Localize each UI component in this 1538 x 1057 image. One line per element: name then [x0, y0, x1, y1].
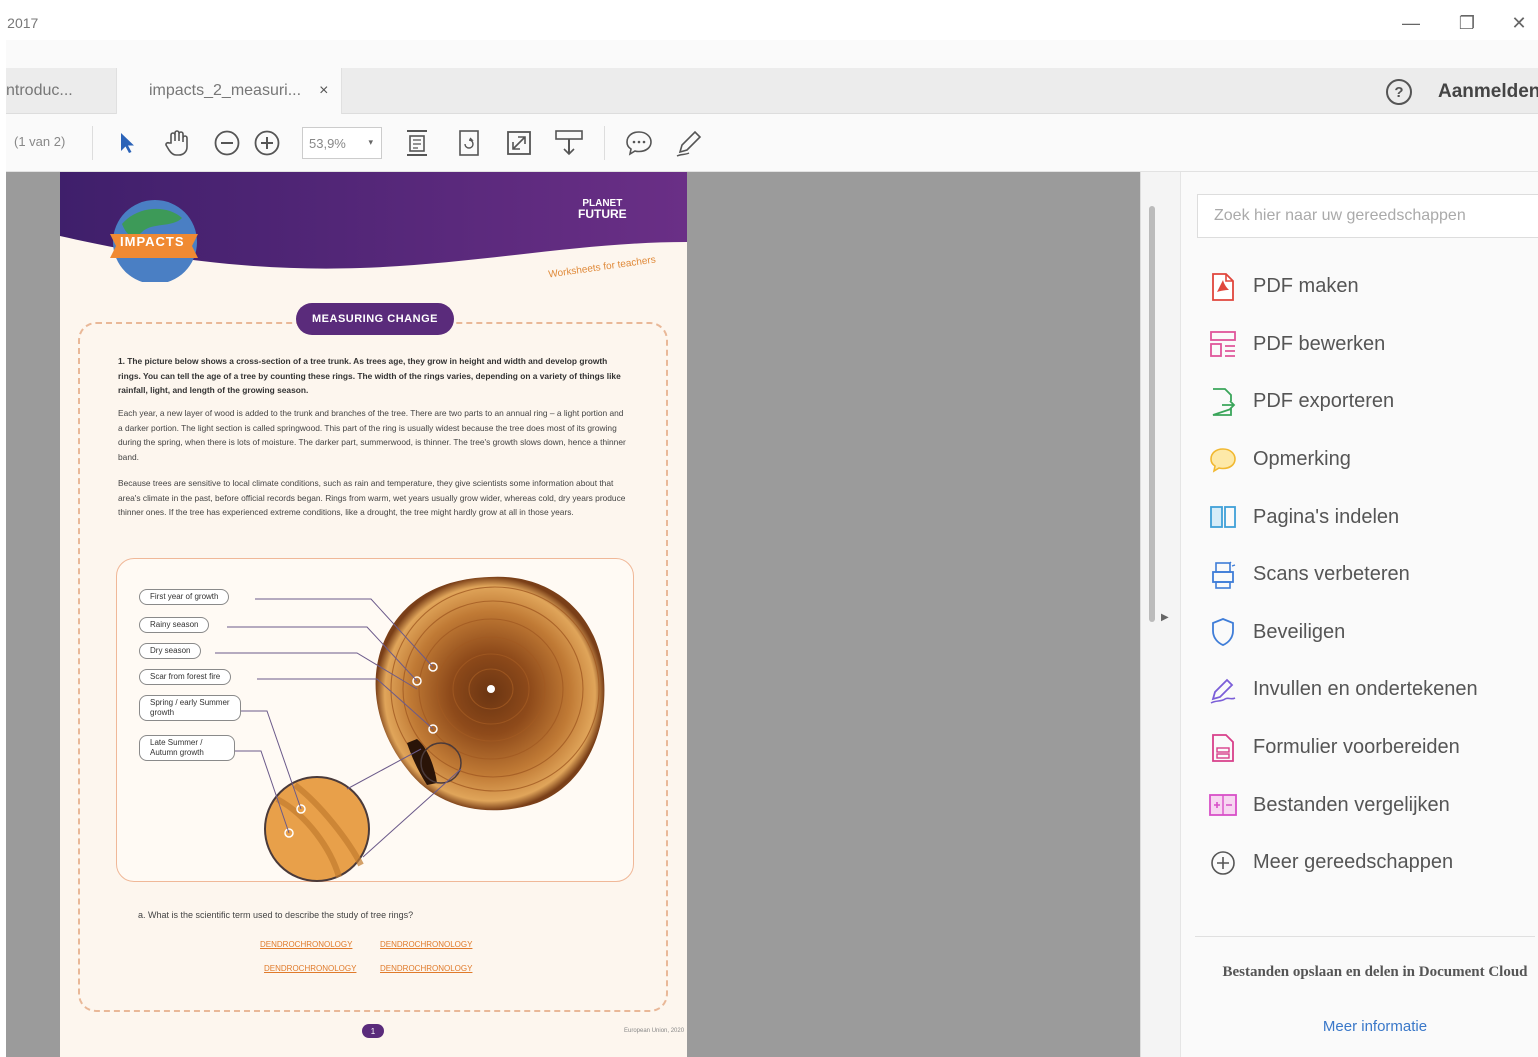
- tab-introduction[interactable]: ntroduc...: [6, 68, 110, 114]
- tool-label: Formulier voorbereiden: [1253, 736, 1460, 759]
- tool-label: PDF bewerken: [1253, 332, 1386, 355]
- pane-divider: [1195, 936, 1535, 937]
- minimize-button[interactable]: —: [1386, 6, 1436, 40]
- pdf-export-icon: [1207, 386, 1239, 418]
- tools-search-input[interactable]: Zoek hier naar uw gereedschappen: [1197, 194, 1538, 238]
- paragraph-rings: Each year, a new layer of wood is added …: [118, 408, 626, 462]
- title-bar: 2017 — ❐ ✕: [6, 6, 1538, 40]
- compare-files-icon: [1207, 789, 1239, 821]
- close-window-button[interactable]: ✕: [1500, 6, 1538, 40]
- tool-label: PDF maken: [1253, 275, 1359, 298]
- chevron-down-icon: ▾: [368, 137, 373, 147]
- label-autumn-growth: Late Summer / Autumn growth: [139, 735, 235, 761]
- scroll-mode-icon[interactable]: [554, 128, 584, 158]
- tab-label: impacts_2_measuri...: [149, 82, 302, 99]
- page-number-badge: 1: [362, 1024, 384, 1038]
- restore-button[interactable]: ❐: [1442, 6, 1492, 40]
- tool-pdf-bewerken[interactable]: PDF bewerken: [1207, 316, 1478, 374]
- more-info-link[interactable]: Meer informatie: [1205, 1018, 1538, 1035]
- full-screen-icon[interactable]: [504, 128, 534, 158]
- page-footer: European Union, 2020: [624, 1028, 685, 1034]
- tool-pdf-exporteren[interactable]: PDF exporteren: [1207, 373, 1478, 431]
- pdf-edit-icon: [1207, 328, 1239, 360]
- tools-list: PDF maken PDF bewerken PDF exporteren Op…: [1207, 258, 1478, 892]
- tool-meer-gereedschappen[interactable]: Meer gereedschappen: [1207, 834, 1478, 892]
- document-cloud-text: Bestanden opslaan en delen in Document C…: [1222, 964, 1528, 980]
- toolbar-divider: [604, 126, 605, 160]
- question-text: a. What is the scientific term used to d…: [138, 910, 414, 920]
- tool-opmerking[interactable]: Opmerking: [1207, 431, 1478, 489]
- tree-ring-diagram: First year of growth Rainy season Dry se…: [116, 558, 634, 882]
- menu-bar: [6, 40, 1538, 68]
- enhance-scans-icon: [1207, 559, 1239, 591]
- collapse-pane-icon[interactable]: ▶: [1161, 612, 1169, 623]
- tool-label: Bestanden vergelijken: [1253, 793, 1450, 816]
- comment-icon: [1207, 444, 1239, 476]
- zoom-out-icon[interactable]: [212, 128, 242, 158]
- tool-pdf-maken[interactable]: PDF maken: [1207, 258, 1478, 316]
- tab-bar: ntroduc... impacts_2_measuri... × ? Aanm…: [6, 68, 1538, 114]
- tool-label: Meer gereedschappen: [1253, 851, 1454, 874]
- paragraph-climate: Because trees are sensitive to local cli…: [118, 478, 626, 518]
- tool-label: Beveiligen: [1253, 620, 1346, 643]
- toolbar-divider: [92, 126, 93, 160]
- banner-label: IMPACTS: [120, 234, 185, 249]
- page-indicator: (1 van 2): [14, 134, 66, 149]
- tab-impacts-measuring[interactable]: impacts_2_measuri... ×: [116, 68, 342, 114]
- vertical-scrollbar[interactable]: ▶: [1140, 172, 1180, 1057]
- organize-pages-icon: [1207, 501, 1239, 533]
- tool-paginas-indelen[interactable]: Pagina's indelen: [1207, 488, 1478, 546]
- pdf-page: IMPACTS PLANET FUTURE Worksheets for tea…: [60, 172, 687, 1057]
- zoom-select[interactable]: 53,9% ▾: [302, 127, 382, 159]
- fit-page-icon[interactable]: [402, 128, 432, 158]
- comment-icon[interactable]: [624, 128, 654, 158]
- tool-label: Pagina's indelen: [1253, 505, 1400, 528]
- tool-formulier-voorbereiden[interactable]: Formulier voorbereiden: [1207, 719, 1478, 777]
- label-rainy-season: Rainy season: [139, 617, 210, 633]
- tools-pane: Zoek hier naar uw gereedschappen PDF mak…: [1180, 172, 1538, 1057]
- zoom-in-icon[interactable]: [252, 128, 282, 158]
- scrollbar-thumb[interactable]: [1149, 206, 1155, 622]
- prepare-form-icon: [1207, 732, 1239, 764]
- fill-sign-icon: [1207, 674, 1239, 706]
- rotate-page-icon[interactable]: [454, 128, 484, 158]
- plus-circle-icon: [1207, 847, 1239, 879]
- shield-icon: [1207, 616, 1239, 648]
- hand-tool-icon[interactable]: [162, 128, 192, 158]
- answer-option: DENDROCHRONOLOGY: [264, 964, 357, 973]
- label-first-year: First year of growth: [139, 589, 230, 605]
- answer-option: DENDROCHRONOLOGY: [380, 940, 473, 949]
- paragraph-intro: 1. The picture below shows a cross-secti…: [118, 356, 621, 396]
- section-title: MEASURING CHANGE: [296, 303, 454, 335]
- zoom-value: 53,9%: [309, 135, 346, 151]
- tool-label: Opmerking: [1253, 448, 1351, 471]
- tool-scans-verbeteren[interactable]: Scans verbeteren: [1207, 546, 1478, 604]
- help-icon[interactable]: ?: [1386, 79, 1412, 105]
- label-dry-season: Dry season: [139, 643, 202, 659]
- label-fire-scar: Scar from forest fire: [139, 669, 232, 685]
- label-spring-growth: Spring / early Summer growth: [139, 695, 241, 721]
- window-title: 2017: [6, 15, 39, 31]
- tool-bestanden-vergelijken[interactable]: Bestanden vergelijken: [1207, 776, 1478, 834]
- acrobat-window: 2017 — ❐ ✕ ntroduc... impacts_2_measuri.…: [6, 6, 1538, 1057]
- tool-label: Invullen en ondertekenen: [1253, 678, 1478, 701]
- answer-option: DENDROCHRONOLOGY: [260, 940, 353, 949]
- tool-beveiligen[interactable]: Beveiligen: [1207, 604, 1478, 662]
- document-viewer[interactable]: IMPACTS PLANET FUTURE Worksheets for tea…: [6, 172, 1140, 1057]
- tab-close-icon[interactable]: ×: [319, 82, 328, 100]
- pen-icon[interactable]: [674, 128, 704, 158]
- tool-label: Scans verbeteren: [1253, 563, 1410, 586]
- select-tool-icon[interactable]: [112, 128, 142, 158]
- pdf-create-icon: [1207, 271, 1239, 303]
- tool-label: PDF exporteren: [1253, 390, 1395, 413]
- toolbar: (1 van 2) 53,9% ▾: [6, 114, 1538, 172]
- planet-future-logo: PLANET FUTURE: [578, 198, 627, 221]
- signin-button[interactable]: Aanmelden: [1438, 81, 1538, 103]
- tab-label: ntroduc...: [6, 82, 73, 99]
- tool-invullen-ondertekenen[interactable]: Invullen en ondertekenen: [1207, 661, 1478, 719]
- answer-option: DENDROCHRONOLOGY: [380, 964, 473, 973]
